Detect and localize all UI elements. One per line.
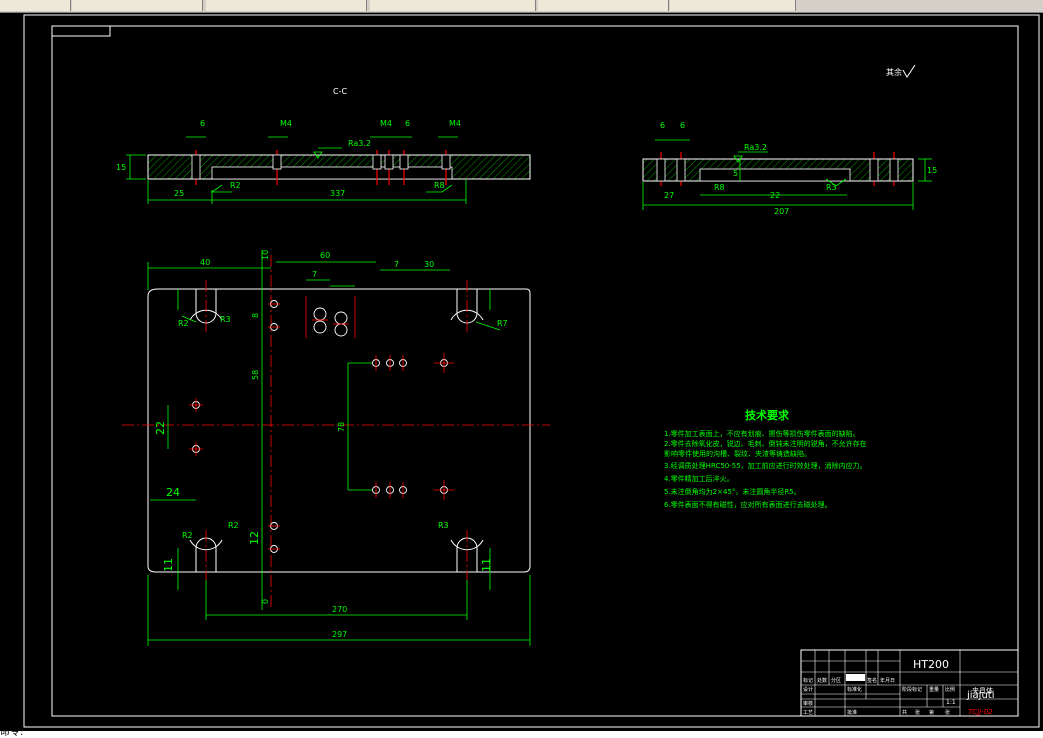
svg-text:10: 10	[261, 250, 270, 260]
svg-text:6: 6	[200, 119, 205, 128]
svg-text:R8: R8	[714, 183, 725, 192]
svg-text:22: 22	[154, 421, 167, 435]
svg-text:比例: 比例	[945, 686, 955, 693]
company-label: jiajuti	[966, 690, 995, 701]
svg-text:R3: R3	[438, 521, 449, 530]
svg-text:批准: 批准	[847, 709, 857, 716]
svg-text:共: 共	[902, 709, 907, 716]
svg-text:影响零件使用的沟槽、裂纹、夹渣等铸造缺陷。: 影响零件使用的沟槽、裂纹、夹渣等铸造缺陷。	[664, 449, 811, 458]
svg-text:设计: 设计	[803, 686, 813, 693]
svg-text:12: 12	[248, 531, 261, 545]
section-view-right: 6 6 Ra3.2 27 R8 22 R3 207 15 5	[642, 121, 937, 216]
svg-text:3.经调质处理HRC50-55，加工前应进行时效处理，消除内: 3.经调质处理HRC50-55，加工前应进行时效处理，消除内应力。	[664, 461, 867, 470]
svg-text:标准化: 标准化	[847, 686, 862, 693]
svg-text:R8: R8	[434, 181, 445, 190]
svg-text:R2: R2	[178, 319, 189, 328]
svg-text:297: 297	[332, 630, 347, 639]
svg-text:337: 337	[330, 189, 345, 198]
cad-drawing-canvas[interactable]: C-C 其余 6 M4 M4 6 Ra3.2 M4 25 R2 337 R8 1…	[0, 12, 1043, 731]
svg-text:M4: M4	[280, 119, 292, 128]
svg-text:5: 5	[733, 169, 738, 178]
svg-text:审核: 审核	[803, 700, 813, 707]
svg-text:标记: 标记	[803, 677, 813, 684]
svg-text:1:1: 1:1	[946, 699, 956, 706]
svg-text:M4: M4	[380, 119, 392, 128]
toolbar-segment[interactable]	[0, 0, 71, 11]
command-prompt: 命令:	[0, 727, 24, 738]
toolbar-segment[interactable]	[670, 0, 796, 11]
svg-text:270: 270	[332, 605, 347, 614]
svg-text:11: 11	[162, 558, 175, 572]
svg-text:1.零件加工表面上，不应有划痕、擦伤等损伤零件表面的缺陷。: 1.零件加工表面上，不应有划痕、擦伤等损伤零件表面的缺陷。	[664, 429, 860, 438]
svg-text:24: 24	[166, 486, 180, 499]
svg-text:R3: R3	[826, 183, 837, 192]
plan-view: 40 60 7 7 30 10 8 58 12 0 22 24 11 11 R2…	[122, 250, 550, 646]
svg-text:0: 0	[261, 599, 270, 604]
svg-text:阶段标记: 阶段标记	[902, 686, 922, 693]
svg-text:11: 11	[480, 558, 493, 572]
toolbar-segment[interactable]	[538, 0, 669, 11]
svg-text:60: 60	[320, 251, 330, 260]
reverse-number-box	[51, 25, 111, 37]
svg-text:Ra3.2: Ra3.2	[348, 139, 371, 148]
svg-text:分区: 分区	[831, 677, 841, 684]
svg-text:25: 25	[174, 189, 184, 198]
svg-text:年月日: 年月日	[880, 677, 895, 684]
svg-text:处数: 处数	[817, 677, 827, 684]
svg-text:Ra3.2: Ra3.2	[744, 143, 767, 152]
roughness-check-icon	[902, 64, 916, 78]
svg-text:张: 张	[945, 709, 950, 716]
svg-text:7: 7	[394, 260, 399, 269]
svg-text:R7: R7	[497, 319, 508, 328]
drawing-number: TCJJ-02	[968, 708, 993, 716]
svg-text:M4: M4	[449, 119, 461, 128]
svg-text:R2: R2	[230, 181, 241, 190]
svg-text:6: 6	[405, 119, 410, 128]
command-line[interactable]: 命令:	[0, 727, 1043, 738]
toolbar-segment[interactable]	[370, 0, 536, 11]
section-label: C-C	[333, 87, 347, 96]
title-block: HT200 夹具体 jiajuti TCJJ-02 1:1 标记 处数 分区 签…	[800, 649, 1019, 717]
section-view-left: 6 M4 M4 6 Ra3.2 M4 25 R2 337 R8 15	[116, 119, 531, 204]
svg-text:R3: R3	[220, 315, 231, 324]
svg-text:张: 张	[915, 709, 920, 716]
svg-text:2.零件去除氧化皮，锐边、毛刺、倒钝未注明的锐角，不允许存在: 2.零件去除氧化皮，锐边、毛刺、倒钝未注明的锐角，不允许存在	[664, 439, 867, 448]
outer-border	[23, 14, 1040, 728]
svg-text:78: 78	[337, 422, 346, 432]
svg-text:40: 40	[200, 258, 210, 267]
svg-text:6.零件表面不得有磁性，应对所有表面进行去磁处理。: 6.零件表面不得有磁性，应对所有表面进行去磁处理。	[664, 500, 832, 509]
svg-text:22: 22	[770, 191, 780, 200]
drawing-frame	[51, 25, 1019, 717]
roughness-corner-label: 其余	[886, 67, 902, 77]
svg-text:7: 7	[312, 270, 317, 279]
svg-text:第: 第	[929, 709, 934, 716]
tech-requirements-title: 技术要求	[745, 408, 790, 422]
tech-requirements: 技术要求 1.零件加工表面上，不应有划痕、擦伤等损伤零件表面的缺陷。 2.零件去…	[664, 408, 867, 509]
svg-text:6: 6	[680, 121, 685, 130]
svg-text:15: 15	[927, 166, 937, 175]
svg-text:R2: R2	[228, 521, 239, 530]
svg-text:58: 58	[251, 370, 260, 380]
svg-text:工艺: 工艺	[803, 710, 813, 716]
svg-text:签名: 签名	[867, 677, 877, 684]
svg-text:4.零件精加工后淬火。: 4.零件精加工后淬火。	[664, 474, 734, 483]
svg-text:207: 207	[774, 207, 789, 216]
material-label: HT200	[913, 658, 949, 671]
svg-text:5.未注倒角均为2×45°，未注圆角半径R5。: 5.未注倒角均为2×45°，未注圆角半径R5。	[664, 487, 801, 496]
svg-text:8: 8	[251, 313, 260, 318]
svg-text:R2: R2	[182, 531, 193, 540]
toolbar-segment[interactable]	[72, 0, 203, 11]
svg-text:重量: 重量	[929, 686, 939, 693]
svg-text:27: 27	[664, 191, 674, 200]
svg-text:6: 6	[660, 121, 665, 130]
toolbar-segment[interactable]	[206, 0, 367, 11]
svg-text:15: 15	[116, 163, 126, 172]
svg-text:30: 30	[424, 260, 434, 269]
